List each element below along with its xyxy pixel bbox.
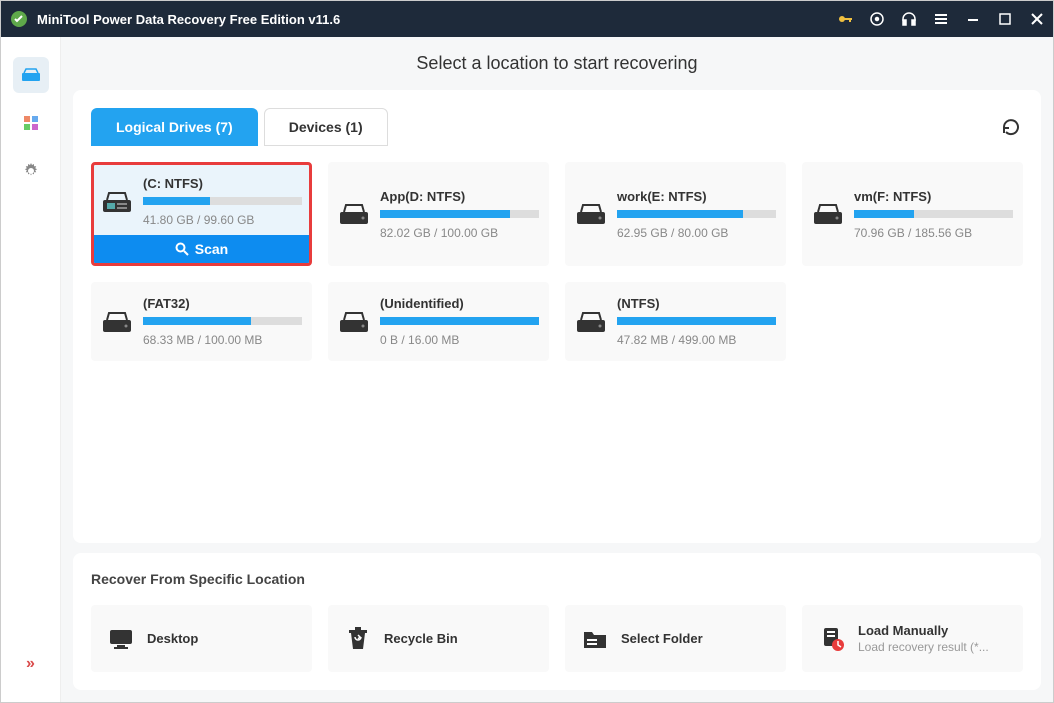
key-icon[interactable] [837, 11, 853, 27]
tab-logical-drives[interactable]: Logical Drives (7) [91, 108, 258, 146]
drive-icon [101, 310, 133, 334]
drive-info: work(E: NTFS) 62.95 GB / 80.00 GB [617, 189, 776, 240]
sidebar-item-apps[interactable] [13, 105, 49, 141]
drive-size: 82.02 GB / 100.00 GB [380, 226, 539, 240]
drive-label: vm(F: NTFS) [854, 189, 1013, 204]
minimize-icon[interactable] [965, 11, 981, 27]
specific-card-text: Select Folder [621, 631, 770, 646]
specific-location-section: Recover From Specific Location Desktop Re… [73, 553, 1041, 690]
specific-card-sub: Load recovery result (*... [858, 640, 1007, 654]
drive-label: (FAT32) [143, 296, 302, 311]
drive-icon [338, 202, 370, 226]
specific-card-title: Select Folder [621, 631, 770, 646]
drive-card[interactable]: (C: NTFS) 41.80 GB / 99.60 GB Scan [91, 162, 312, 266]
drive-card[interactable]: App(D: NTFS) 82.02 GB / 100.00 GB [328, 162, 549, 266]
drive-card[interactable]: (FAT32) 68.33 MB / 100.00 MB [91, 282, 312, 361]
drive-usage-bar [617, 210, 776, 218]
specific-card-text: Recycle Bin [384, 631, 533, 646]
drives-grid: (C: NTFS) 41.80 GB / 99.60 GB Scan App(D: N… [91, 162, 1023, 361]
close-icon[interactable] [1029, 11, 1045, 27]
desktop-icon [107, 625, 135, 653]
drive-icon [812, 202, 844, 226]
drive-card[interactable]: vm(F: NTFS) 70.96 GB / 185.56 GB [802, 162, 1023, 266]
specific-location-card[interactable]: Desktop [91, 605, 312, 672]
tab-devices[interactable]: Devices (1) [264, 108, 388, 146]
drive-size: 47.82 MB / 499.00 MB [617, 333, 776, 347]
drive-label: work(E: NTFS) [617, 189, 776, 204]
drive-card[interactable]: work(E: NTFS) 62.95 GB / 80.00 GB [565, 162, 786, 266]
drive-info: (FAT32) 68.33 MB / 100.00 MB [143, 296, 302, 347]
folder-icon [581, 625, 609, 653]
app-icon [9, 9, 29, 29]
drive-icon [101, 190, 133, 214]
drive-size: 0 B / 16.00 MB [380, 333, 539, 347]
main-content: Select a location to start recovering Lo… [61, 37, 1053, 702]
drive-usage-bar [617, 317, 776, 325]
specific-card-text: Desktop [147, 631, 296, 646]
specific-location-header: Recover From Specific Location [91, 571, 1023, 587]
sidebar-item-settings[interactable] [13, 153, 49, 189]
drive-info: App(D: NTFS) 82.02 GB / 100.00 GB [380, 189, 539, 240]
refresh-icon[interactable] [999, 115, 1023, 139]
disc-icon[interactable] [869, 11, 885, 27]
drive-size: 62.95 GB / 80.00 GB [617, 226, 776, 240]
title-bar: MiniTool Power Data Recovery Free Editio… [1, 1, 1053, 37]
sidebar: » [1, 37, 61, 702]
drive-card[interactable]: (Unidentified) 0 B / 16.00 MB [328, 282, 549, 361]
drive-usage-bar [143, 197, 302, 205]
drive-size: 70.96 GB / 185.56 GB [854, 226, 1013, 240]
maximize-icon[interactable] [997, 11, 1013, 27]
drive-info: (Unidentified) 0 B / 16.00 MB [380, 296, 539, 347]
drive-info: (C: NTFS) 41.80 GB / 99.60 GB [143, 176, 302, 227]
specific-card-title: Recycle Bin [384, 631, 533, 646]
page-title: Select a location to start recovering [73, 37, 1041, 90]
drive-label: (Unidentified) [380, 296, 539, 311]
headphones-icon[interactable] [901, 11, 917, 27]
drive-usage-bar [854, 210, 1013, 218]
drive-icon [575, 202, 607, 226]
drive-usage-bar [380, 210, 539, 218]
drive-label: App(D: NTFS) [380, 189, 539, 204]
sidebar-item-recover[interactable] [13, 57, 49, 93]
specific-card-title: Load Manually [858, 623, 1007, 638]
specific-location-card[interactable]: Recycle Bin [328, 605, 549, 672]
specific-location-grid: Desktop Recycle Bin Select Folder Load Manu… [91, 605, 1023, 672]
tabs-row: Logical Drives (7) Devices (1) [91, 108, 1023, 146]
scan-button[interactable]: Scan [94, 235, 309, 263]
load-icon [818, 625, 846, 653]
drive-info: vm(F: NTFS) 70.96 GB / 185.56 GB [854, 189, 1013, 240]
drive-usage-bar [143, 317, 302, 325]
drive-size: 68.33 MB / 100.00 MB [143, 333, 302, 347]
drive-card[interactable]: (NTFS) 47.82 MB / 499.00 MB [565, 282, 786, 361]
recycle-icon [344, 625, 372, 653]
expand-sidebar-icon[interactable]: » [13, 646, 49, 682]
specific-location-card[interactable]: Select Folder [565, 605, 786, 672]
specific-card-title: Desktop [147, 631, 296, 646]
drive-usage-bar [380, 317, 539, 325]
app-title: MiniTool Power Data Recovery Free Editio… [37, 12, 837, 27]
drive-icon [575, 310, 607, 334]
menu-icon[interactable] [933, 11, 949, 27]
specific-location-card[interactable]: Load Manually Load recovery result (*... [802, 605, 1023, 672]
specific-card-text: Load Manually Load recovery result (*... [858, 623, 1007, 654]
drive-info: (NTFS) 47.82 MB / 499.00 MB [617, 296, 776, 347]
drive-icon [338, 310, 370, 334]
drive-size: 41.80 GB / 99.60 GB [143, 213, 302, 227]
drive-label: (C: NTFS) [143, 176, 302, 191]
drive-label: (NTFS) [617, 296, 776, 311]
